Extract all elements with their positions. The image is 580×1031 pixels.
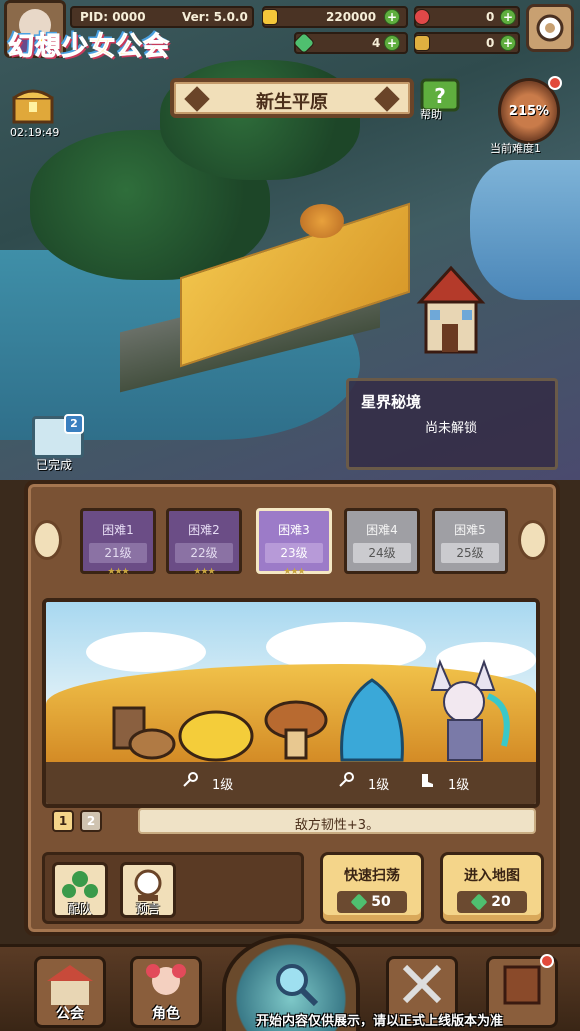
star-rating: ★★★ <box>283 567 305 577</box>
character-icon <box>146 964 186 995</box>
star-realm-title: 星界秘境 <box>361 393 422 411</box>
add-key-item-button[interactable]: + <box>500 35 516 51</box>
completed-label: 已完成 <box>36 458 73 472</box>
enemy-barrel-monster <box>112 706 176 760</box>
hero-character <box>430 659 510 761</box>
difficulty-percent: 215% <box>508 104 550 119</box>
next-arrow-button[interactable] <box>518 520 548 560</box>
key-item-icon <box>414 35 430 51</box>
page-tab-1[interactable]: 1 <box>52 810 74 832</box>
gold-amount: 220000 <box>326 10 377 24</box>
effect-text: 敌方韧性+3。 <box>294 818 380 833</box>
difficulty-tab-5[interactable]: 困难5 25级 <box>432 508 508 574</box>
enemy-level-1: 1级 <box>212 778 234 793</box>
prev-arrow-button[interactable] <box>32 520 62 560</box>
star-realm-panel[interactable]: 星界秘境 尚未解锁 <box>346 378 558 470</box>
nav-guild[interactable]: 公会 <box>34 956 106 1028</box>
game-logo: 幻想少女公会 <box>7 32 171 63</box>
page-tab-2[interactable]: 2 <box>80 810 102 832</box>
prophecy-button[interactable]: 预言 <box>120 862 176 918</box>
area-title: 新生平原 <box>256 92 328 113</box>
crystal-ball-icon <box>134 869 162 901</box>
chest-timer: 02:19:49 <box>10 126 60 139</box>
difficulty-label: 当前难度1 <box>490 142 541 155</box>
red-gem-amount: 0 <box>486 10 495 24</box>
disclaimer-notice: 开始内容仅供展示，请以正式上线版本为准 <box>256 1014 504 1029</box>
difficulty-tab-1[interactable]: 困难1 21级 ★★★ <box>80 508 156 577</box>
quick-sweep-label: 快速扫荡 <box>344 868 400 884</box>
star-rating: ★★★ <box>107 567 129 577</box>
nav-start-label: 开始 <box>256 1014 283 1029</box>
quick-sweep-button[interactable]: 快速扫荡 50 <box>320 852 424 924</box>
magnifier-icon <box>276 964 319 1007</box>
team-button[interactable]: 配队 <box>52 862 108 918</box>
guild-hall-icon <box>47 965 93 1005</box>
enemy-blue-slime <box>340 678 404 762</box>
add-clover-button[interactable]: + <box>384 35 400 51</box>
difficulty-tab-3[interactable]: 困难3 23级 ★★★ <box>256 508 332 577</box>
star-rating: ★★★ <box>193 567 215 577</box>
enemy-mushroom <box>264 700 328 760</box>
difficulty-tab-2[interactable]: 困难2 22级 ★★★ <box>166 508 242 577</box>
enemy-yellow-slime <box>178 710 254 762</box>
key-icon <box>183 772 198 787</box>
effect-bar: 敌方韧性+3。 <box>138 808 536 834</box>
lake <box>470 160 580 300</box>
key-icon <box>339 772 354 787</box>
gold-coin-icon <box>262 9 278 25</box>
enter-map-label: 进入地图 <box>464 868 520 884</box>
boot-icon <box>422 774 433 787</box>
svg-text:?: ? <box>434 84 446 108</box>
autumn-tree <box>300 204 344 238</box>
completed-count-badge: 2 <box>64 414 84 434</box>
star-realm-status: 尚未解锁 <box>425 421 478 436</box>
help-label: 帮助 <box>420 108 442 121</box>
area-title-banner: 新生平原 <box>170 78 414 118</box>
crossed-swords-icon <box>402 964 442 1004</box>
add-gold-button[interactable]: + <box>384 9 400 25</box>
version-text: Ver: 5.0.0 <box>182 10 248 24</box>
prophecy-label: 预言 <box>135 902 160 916</box>
team-label: 配队 <box>67 902 92 916</box>
red-gem-icon <box>414 9 430 25</box>
book-notification-dot <box>540 954 554 968</box>
nav-guild-label: 公会 <box>56 1006 84 1022</box>
nav-character-label: 角色 <box>152 1006 180 1022</box>
difficulty-tab-4[interactable]: 困难4 24级 <box>344 508 420 574</box>
clover-amount: 4 <box>372 36 381 50</box>
nav-character[interactable]: 角色 <box>130 956 202 1028</box>
enter-map-cost: 20 <box>457 891 527 913</box>
treasure-chest-icon[interactable] <box>12 86 54 124</box>
key-item-amount: 0 <box>486 36 495 50</box>
pid-text: PID: 0000 <box>80 10 146 24</box>
quick-sweep-cost: 50 <box>337 891 407 913</box>
add-red-gem-button[interactable]: + <box>500 9 516 25</box>
clover-icon <box>470 893 488 911</box>
team-icon <box>62 871 98 898</box>
house-icon[interactable] <box>412 262 490 362</box>
settings-button[interactable] <box>526 4 574 52</box>
gear-icon <box>536 14 564 42</box>
difficulty-notification-dot <box>548 76 562 90</box>
enemy-level-2: 1级 <box>368 778 390 793</box>
enemy-level-3: 1级 <box>448 778 470 793</box>
enter-map-button[interactable]: 进入地图 20 <box>440 852 544 924</box>
battle-preview: 1级 1级 1级 <box>42 598 540 808</box>
clover-icon <box>350 893 368 911</box>
